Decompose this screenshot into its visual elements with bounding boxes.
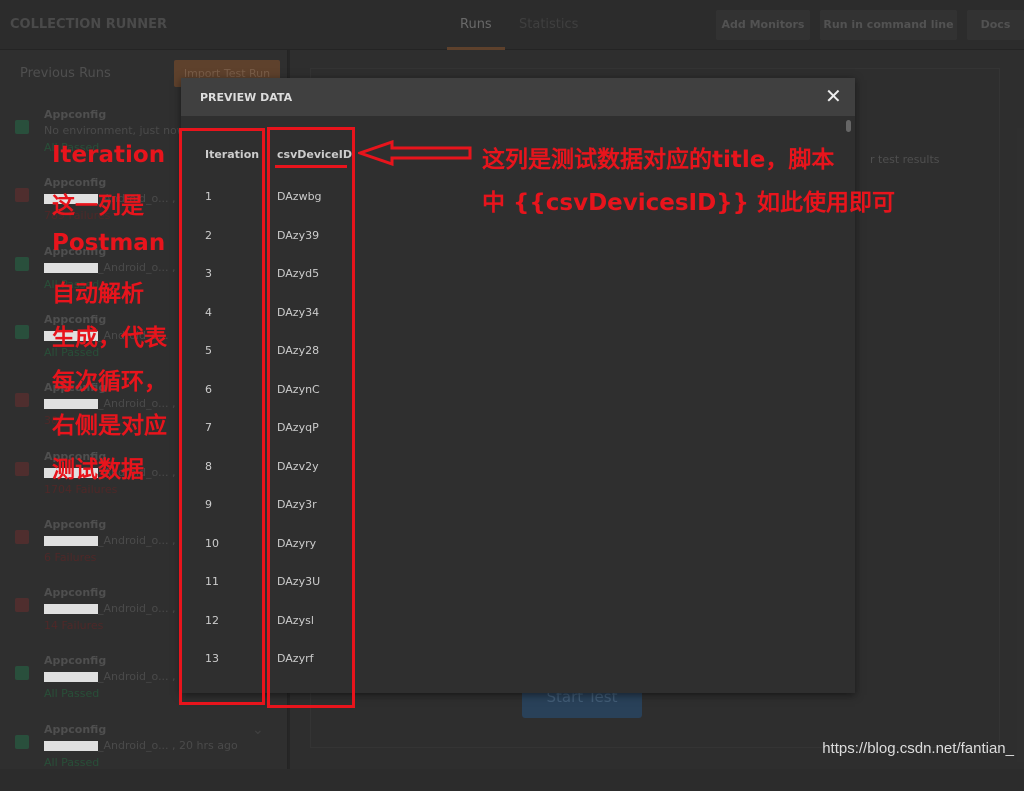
- annotation-box-csvdeviceid: [267, 127, 355, 708]
- annotation-box-iteration: [179, 128, 265, 705]
- annotation-left-line: 生成，代表: [52, 325, 167, 351]
- annotation-left-line: Postman: [52, 230, 166, 256]
- watermark: https://blog.csdn.net/fantian_: [822, 740, 1014, 757]
- annotation-right-line-2: 中 {{csvDevicesID}} 如此使用即可: [482, 190, 895, 216]
- annotation-arrow-icon: [358, 140, 472, 166]
- modal-title: PREVIEW DATA: [200, 91, 293, 104]
- annotation-underline: [275, 165, 347, 168]
- annotation-left-line: 测试数据: [52, 457, 144, 483]
- annotation-left-line: 右侧是对应: [52, 413, 167, 439]
- annotation-left-line: 每次循环，: [52, 369, 167, 395]
- annotation-left-line: Iteration: [52, 142, 166, 168]
- annotation-right-line-1: 这列是测试数据对应的title，脚本: [482, 147, 835, 173]
- close-icon[interactable]: ✕: [825, 84, 842, 108]
- annotation-left-line: 这一列是: [52, 193, 144, 219]
- annotation-left-line: 自动解析: [52, 281, 144, 307]
- scrollbar[interactable]: [846, 120, 851, 132]
